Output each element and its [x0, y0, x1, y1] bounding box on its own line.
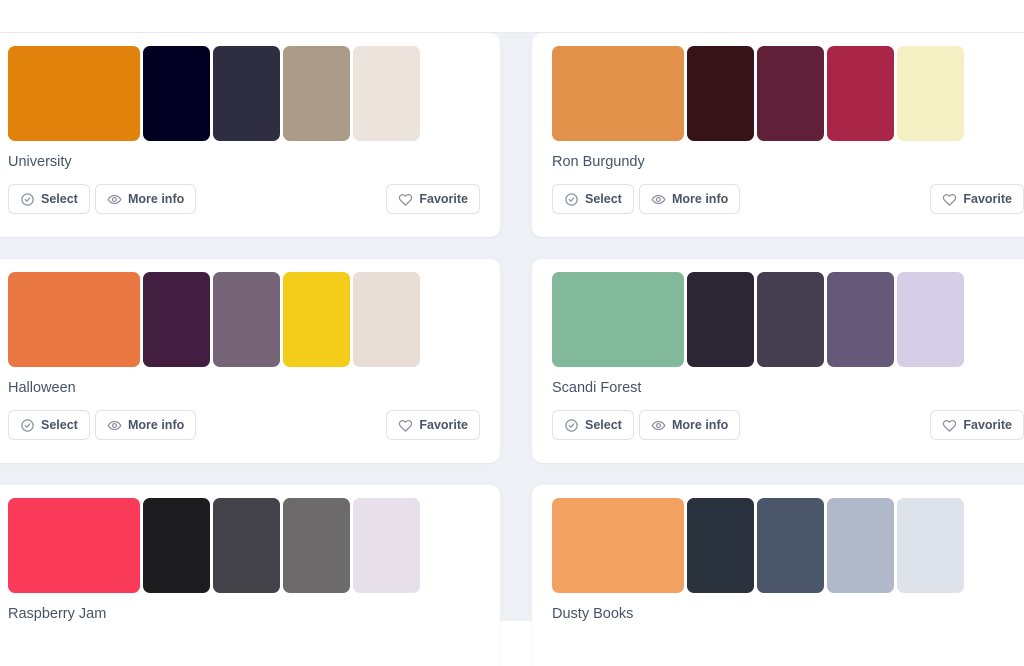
eye-icon — [651, 418, 666, 433]
color-swatch[interactable] — [897, 46, 964, 141]
heart-icon — [942, 418, 957, 433]
swatch-strip — [552, 498, 964, 593]
swatch-strip — [8, 272, 420, 367]
more-info-button-label: More info — [672, 192, 729, 206]
swatch-strip — [552, 46, 964, 141]
color-swatch[interactable] — [687, 498, 754, 593]
color-swatch[interactable] — [552, 46, 684, 141]
color-swatch[interactable] — [213, 272, 280, 367]
palette-name: Scandi Forest — [552, 380, 642, 396]
heart-icon — [398, 418, 413, 433]
color-swatch[interactable] — [353, 498, 420, 593]
palette-card[interactable]: Scandi Forest Select More info Favorite — [532, 259, 1024, 463]
color-swatch[interactable] — [143, 498, 210, 593]
favorite-button[interactable]: Favorite — [386, 410, 480, 440]
check-circle-icon — [564, 192, 579, 207]
color-swatch[interactable] — [687, 46, 754, 141]
heart-icon — [398, 192, 413, 207]
color-swatch[interactable] — [897, 272, 964, 367]
favorite-button[interactable]: Favorite — [930, 184, 1024, 214]
color-swatch[interactable] — [552, 498, 684, 593]
color-swatch[interactable] — [827, 498, 894, 593]
palette-card[interactable]: University Select More info Favorite — [0, 33, 500, 237]
color-swatch[interactable] — [213, 46, 280, 141]
favorite-button-label: Favorite — [419, 418, 468, 432]
color-swatch[interactable] — [827, 46, 894, 141]
color-swatch[interactable] — [143, 272, 210, 367]
more-info-button[interactable]: More info — [95, 410, 197, 440]
palette-actions: Select More info Favorite — [552, 184, 1024, 214]
more-info-button[interactable]: More info — [639, 410, 741, 440]
check-circle-icon — [20, 418, 35, 433]
color-swatch[interactable] — [353, 272, 420, 367]
more-info-button-label: More info — [672, 418, 729, 432]
check-circle-icon — [20, 192, 35, 207]
color-swatch[interactable] — [283, 272, 350, 367]
favorite-button-label: Favorite — [963, 192, 1012, 206]
color-swatch[interactable] — [8, 272, 140, 367]
palette-card[interactable]: Ron Burgundy Select More info Favorite — [532, 33, 1024, 237]
color-swatch[interactable] — [8, 46, 140, 141]
palette-name: Ron Burgundy — [552, 154, 645, 170]
color-swatch[interactable] — [757, 498, 824, 593]
eye-icon — [107, 418, 122, 433]
palette-name: Halloween — [8, 380, 76, 396]
check-circle-icon — [564, 418, 579, 433]
more-info-button-label: More info — [128, 192, 185, 206]
palette-actions: Select More info Favorite — [8, 184, 480, 214]
palette-card[interactable]: Dusty Books — [532, 485, 1024, 666]
palette-name: University — [8, 154, 72, 170]
color-swatch[interactable] — [8, 498, 140, 593]
select-button-label: Select — [585, 418, 622, 432]
favorite-button[interactable]: Favorite — [386, 184, 480, 214]
select-button[interactable]: Select — [8, 184, 90, 214]
color-swatch[interactable] — [213, 498, 280, 593]
color-swatch[interactable] — [143, 46, 210, 141]
color-swatch[interactable] — [757, 46, 824, 141]
select-button[interactable]: Select — [8, 410, 90, 440]
eye-icon — [651, 192, 666, 207]
palette-card[interactable]: Raspberry Jam — [0, 485, 500, 666]
select-button-label: Select — [41, 192, 78, 206]
color-swatch[interactable] — [757, 272, 824, 367]
palette-actions: Select More info Favorite — [552, 410, 1024, 440]
more-info-button[interactable]: More info — [639, 184, 741, 214]
swatch-strip — [8, 46, 420, 141]
color-swatch[interactable] — [552, 272, 684, 367]
swatch-strip — [8, 498, 420, 593]
swatch-strip — [552, 272, 964, 367]
palette-browser-page: University Select More info Favorite Ron… — [0, 0, 1024, 666]
heart-icon — [942, 192, 957, 207]
select-button-label: Select — [41, 418, 78, 432]
palette-name: Dusty Books — [552, 606, 634, 622]
palette-actions: Select More info Favorite — [8, 410, 480, 440]
more-info-button[interactable]: More info — [95, 184, 197, 214]
color-swatch[interactable] — [353, 46, 420, 141]
eye-icon — [107, 192, 122, 207]
palette-card[interactable]: Halloween Select More info Favorite — [0, 259, 500, 463]
palette-grid: University Select More info Favorite Ron… — [0, 33, 1024, 666]
color-swatch[interactable] — [897, 498, 964, 593]
select-button[interactable]: Select — [552, 410, 634, 440]
palette-name: Raspberry Jam — [8, 606, 107, 622]
more-info-button-label: More info — [128, 418, 185, 432]
favorite-button-label: Favorite — [963, 418, 1012, 432]
color-swatch[interactable] — [283, 46, 350, 141]
favorite-button[interactable]: Favorite — [930, 410, 1024, 440]
color-swatch[interactable] — [827, 272, 894, 367]
favorite-button-label: Favorite — [419, 192, 468, 206]
select-button[interactable]: Select — [552, 184, 634, 214]
select-button-label: Select — [585, 192, 622, 206]
color-swatch[interactable] — [283, 498, 350, 593]
color-swatch[interactable] — [687, 272, 754, 367]
